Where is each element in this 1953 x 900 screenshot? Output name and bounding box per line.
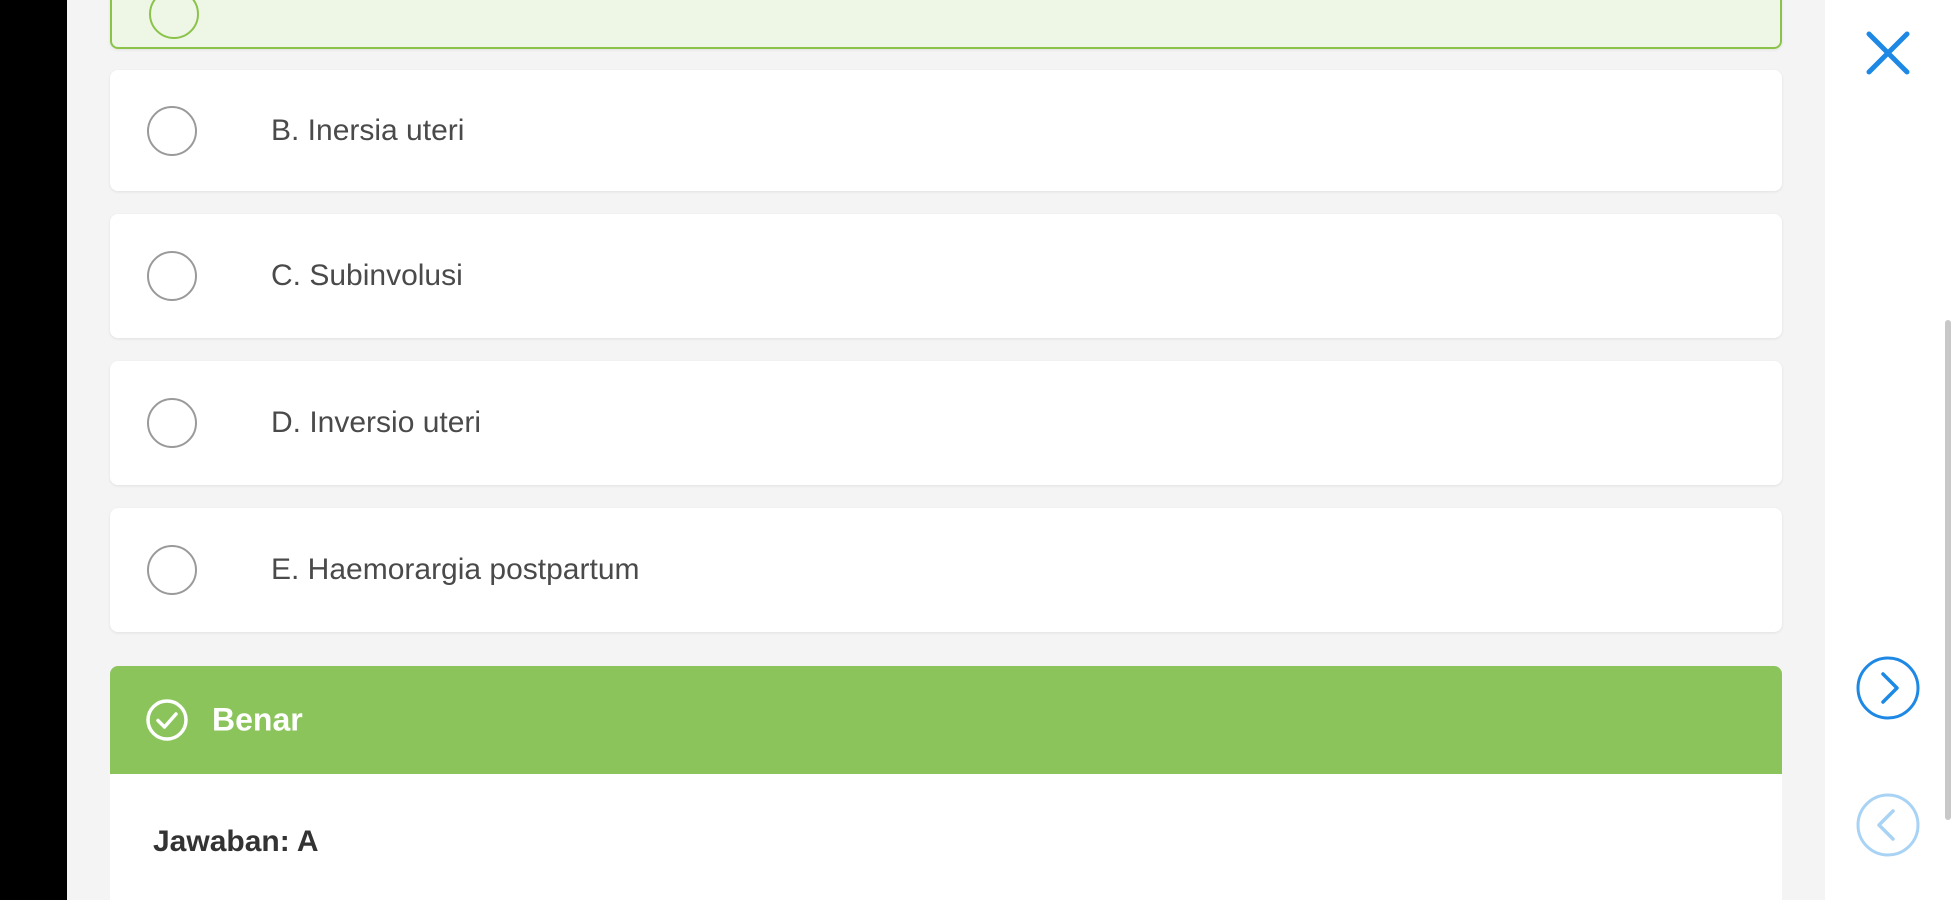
radio-button[interactable] [147, 545, 197, 595]
radio-button[interactable] [147, 398, 197, 448]
result-title: Benar [212, 701, 303, 738]
radio-button[interactable] [147, 105, 197, 156]
radio-button[interactable] [147, 251, 197, 301]
radio-button-selected[interactable] [149, 0, 199, 39]
scrollbar[interactable] [1945, 320, 1951, 820]
option-b[interactable]: B. Inersia uteri [110, 70, 1782, 191]
check-circle-icon [146, 699, 188, 741]
result-header: Benar [110, 666, 1782, 774]
option-label: E. Haemorargia postpartum [271, 553, 640, 586]
option-label: B. Inersia uteri [271, 113, 465, 147]
option-label: D. Inversio uteri [271, 406, 482, 439]
chevron-left-circle-icon[interactable] [1855, 792, 1921, 858]
answer-text: Jawaban: A [153, 825, 319, 858]
quiz-content: B. Inersia uteri C. Subinvolusi D. Inver… [67, 0, 1825, 900]
chevron-right-circle-icon[interactable] [1855, 655, 1921, 721]
right-nav-rail [1825, 0, 1953, 900]
left-black-strip [0, 0, 67, 900]
close-icon[interactable] [1863, 28, 1913, 78]
result-card: Benar Jawaban: A [110, 666, 1782, 900]
option-a-selected[interactable] [110, 0, 1782, 49]
option-e[interactable]: E. Haemorargia postpartum [110, 508, 1782, 632]
option-c[interactable]: C. Subinvolusi [110, 214, 1782, 338]
option-d[interactable]: D. Inversio uteri [110, 361, 1782, 485]
option-label: C. Subinvolusi [271, 259, 463, 292]
